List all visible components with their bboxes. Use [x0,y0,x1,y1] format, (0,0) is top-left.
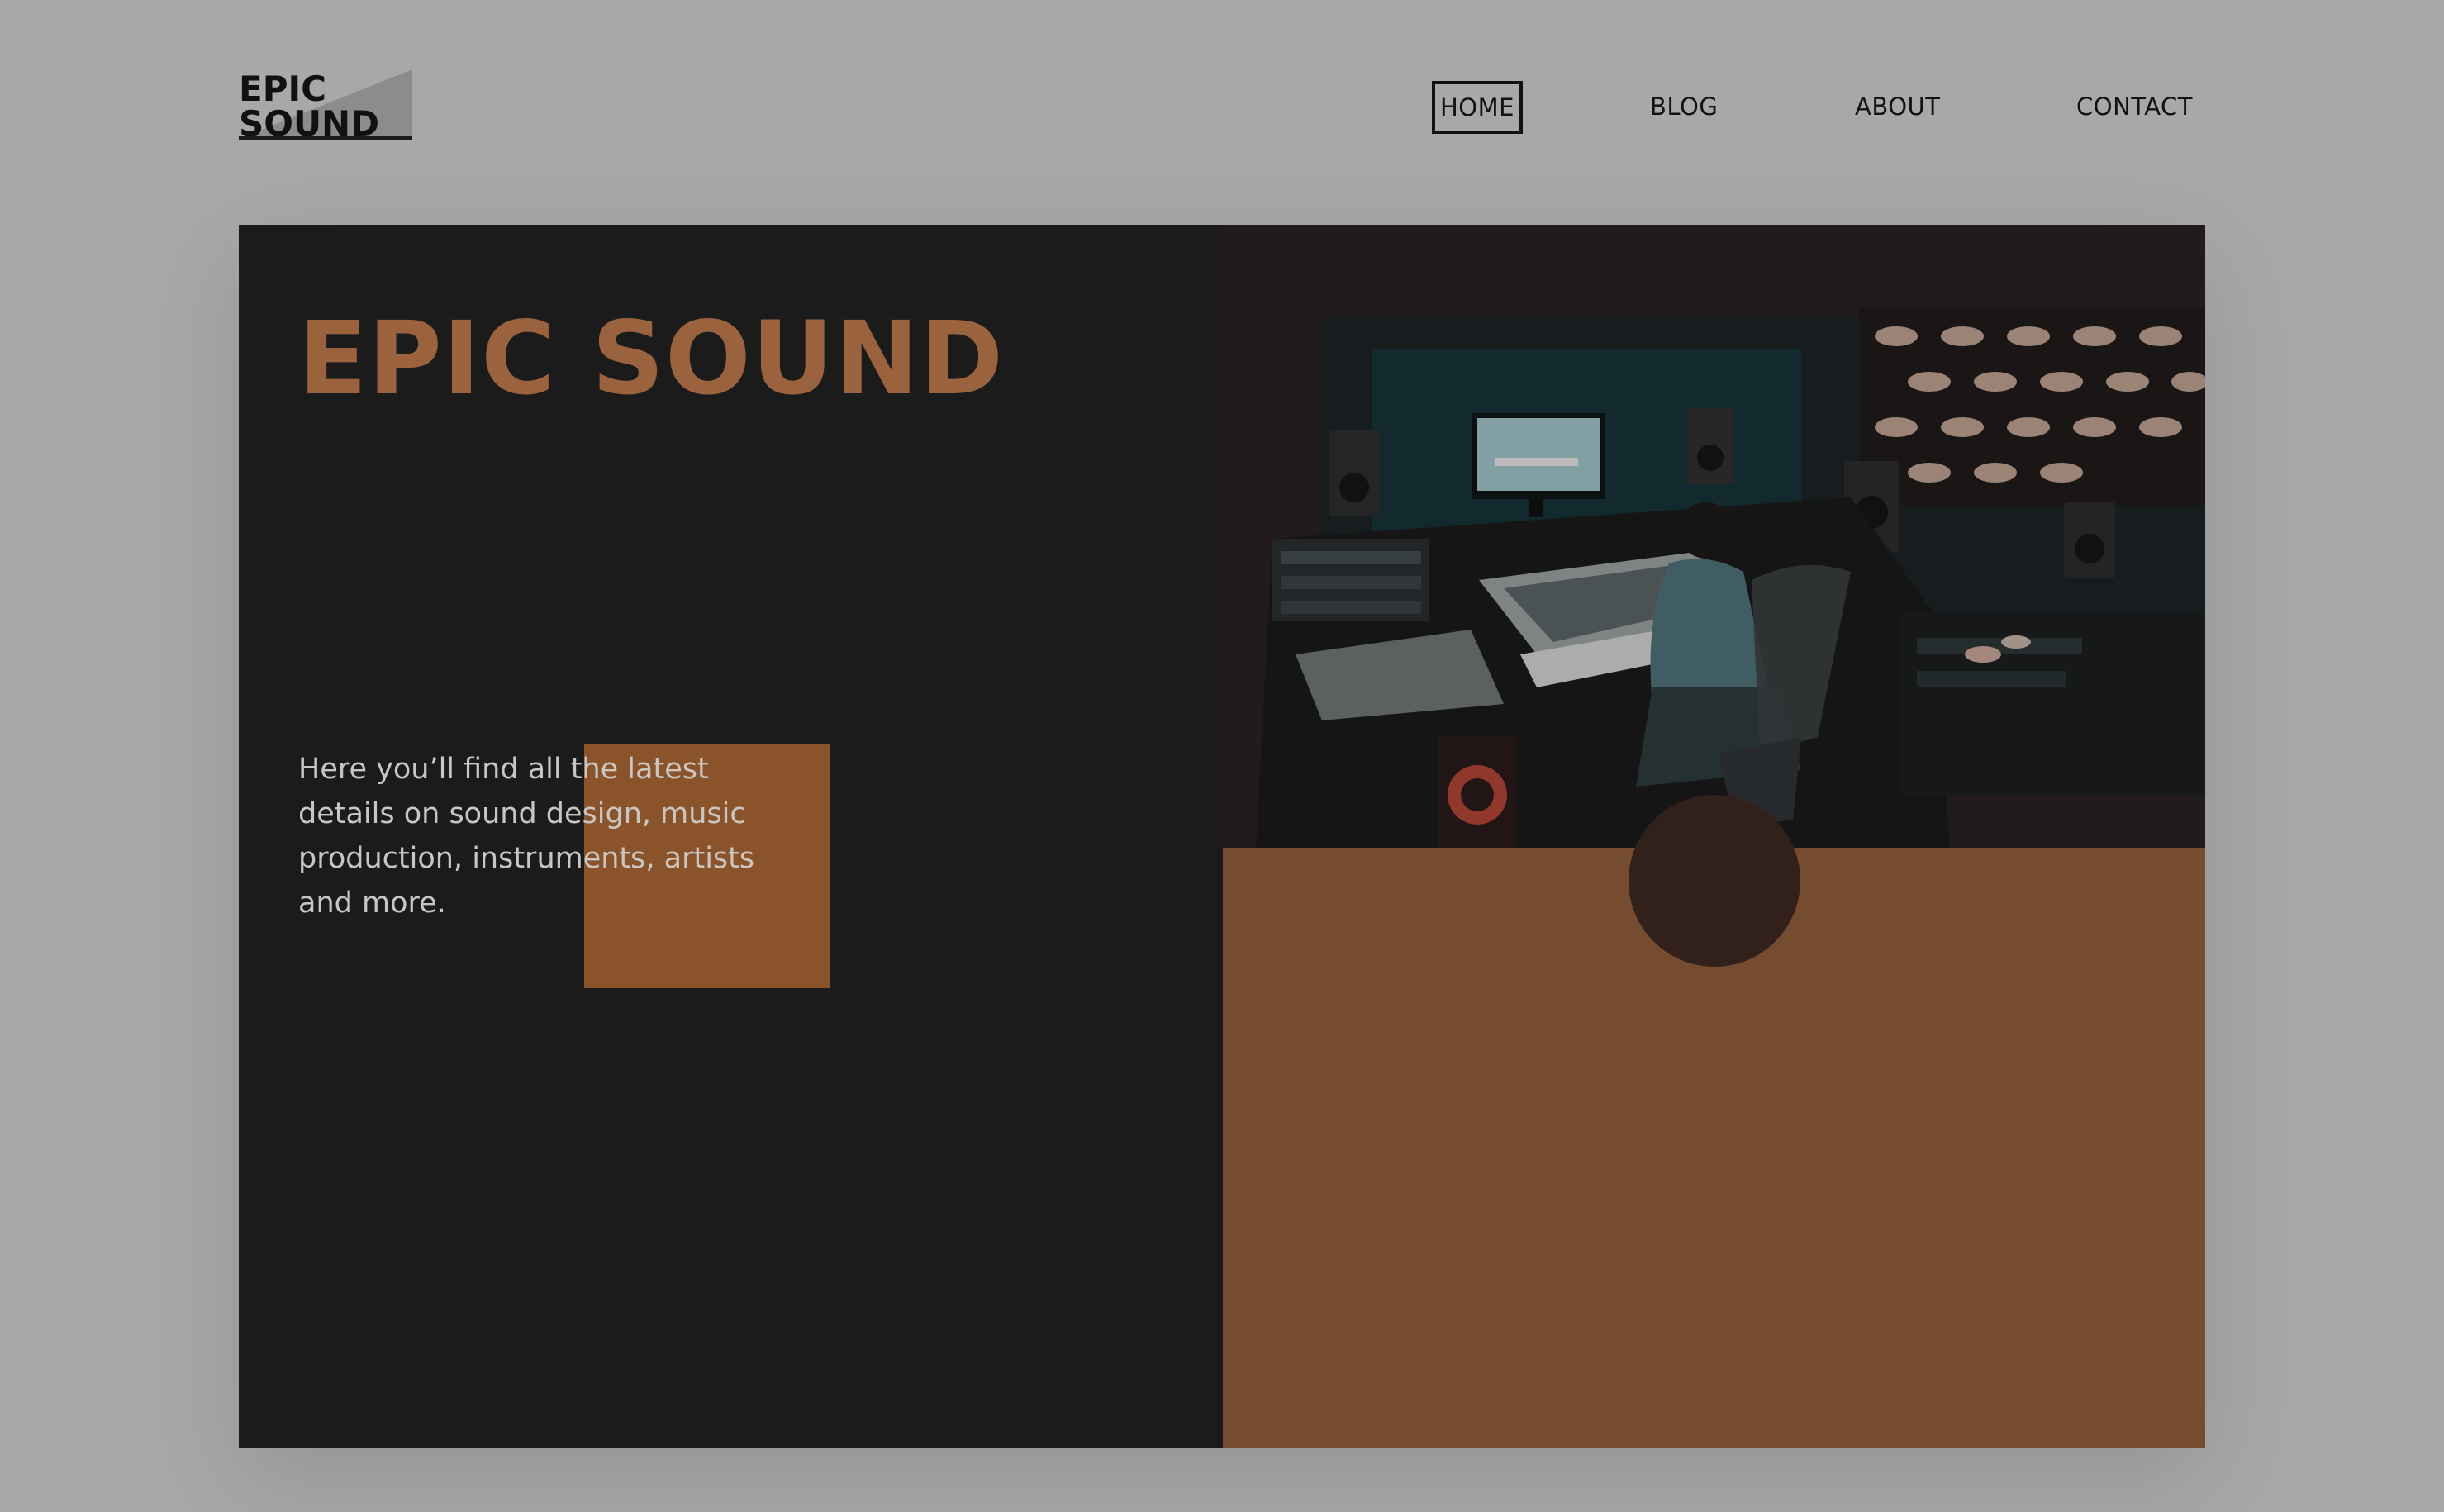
studio-illustration [1223,225,2205,848]
hero-description: Here you’ll find all the latest details … [298,753,755,920]
main-nav: HOME BLOG ABOUT CONTACT [0,81,2444,136]
hero-left-panel: EPIC SOUND Here you’ll find all the late… [239,225,1223,1448]
nav-item-home[interactable]: HOME [1432,81,1523,134]
decorative-circle [1629,795,1800,967]
nav-item-contact[interactable]: CONTACT [2076,81,2193,132]
recording-studio-photo [1223,225,2205,848]
nav-item-blog[interactable]: BLOG [1650,81,1718,132]
page: EPIC SOUND HOME BLOG ABOUT CONTACT EPIC … [0,0,2444,1512]
hero-title: EPIC SOUND [298,300,1005,417]
hero-right-panel [1223,225,2205,1448]
hero-section: EPIC SOUND Here you’ll find all the late… [239,225,2205,1448]
nav-item-about[interactable]: ABOUT [1855,81,1941,132]
